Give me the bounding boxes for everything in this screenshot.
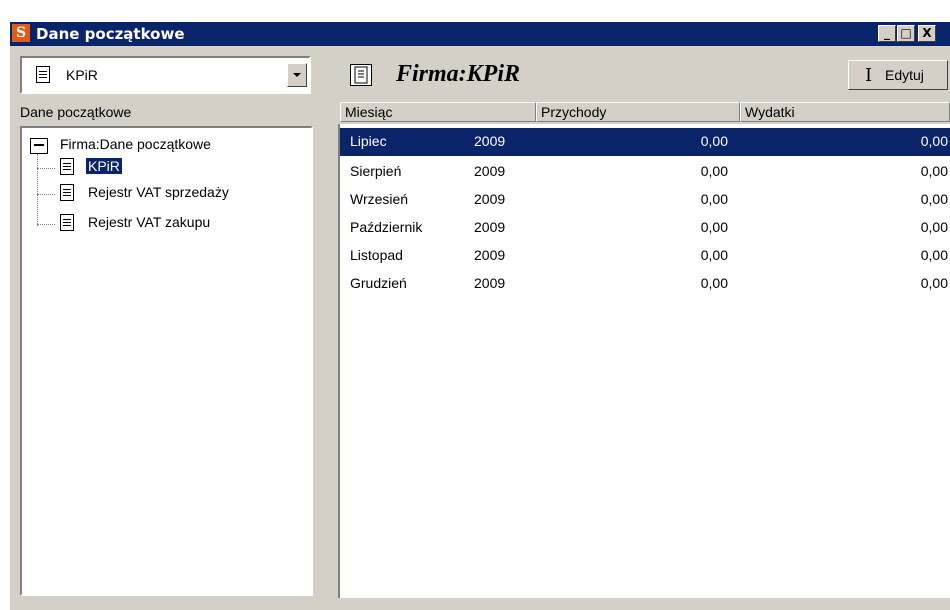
table-row[interactable]: Listopad 2009 0,00 0,00 [340,242,950,270]
months-grid[interactable]: Lipiec 2009 0,00 0,00 Sierpień 2009 0,00… [338,124,950,598]
tree-connector [37,224,55,225]
cell-year: 2009 [474,247,506,263]
cell-year: 2009 [474,163,506,179]
cell-income: 0,00 [700,219,728,235]
panel-title: Firma:KPiR [396,61,521,87]
cell-month: Sierpień [350,163,402,179]
combobox-value: KPiR [66,67,98,83]
cell-expenses: 0,00 [920,191,948,207]
table-row[interactable]: Wrzesień 2009 0,00 0,00 [340,186,950,214]
cell-year: 2009 [474,133,506,149]
cell-expenses: 0,00 [920,133,948,149]
cell-income: 0,00 [700,247,728,263]
cell-expenses: 0,00 [920,163,948,179]
cell-income: 0,00 [700,133,728,149]
document-icon [60,158,74,175]
title-bar[interactable]: S Dane początkowe _ □ X [10,22,950,46]
cell-month: Wrzesień [350,191,409,207]
cell-month: Listopad [350,247,403,263]
edit-button[interactable]: I Edytuj [848,60,948,90]
text-cursor-icon: I [865,65,873,86]
document-icon [350,64,372,86]
tree-connector [37,154,39,226]
close-button[interactable]: X [918,25,936,42]
tree-item-label: KPiR [85,157,123,175]
document-icon [60,184,74,201]
cell-year: 2009 [474,219,506,235]
document-icon [60,214,74,231]
table-row[interactable]: Grudzień 2009 0,00 0,00 [340,270,950,298]
cell-month: Lipiec [350,133,387,149]
cell-year: 2009 [474,191,506,207]
tree-connector [37,194,55,195]
tree-item-kpir[interactable]: KPiR [85,157,123,175]
panel-splitter[interactable] [318,46,328,606]
cell-expenses: 0,00 [920,247,948,263]
edit-button-label: Edytuj [885,67,924,83]
tree-connector [37,168,55,169]
folder-icon [30,138,48,154]
column-header-income[interactable]: Przychody [536,102,740,122]
cell-year: 2009 [474,275,506,291]
document-icon [36,66,50,83]
tree-root[interactable]: Firma:Dane początkowe [60,136,211,153]
register-combobox[interactable]: KPiR [20,56,311,94]
maximize-button[interactable]: □ [897,25,915,42]
cell-month: Grudzień [350,275,407,291]
table-row[interactable]: Październik 2009 0,00 0,00 [340,214,950,242]
cell-income: 0,00 [700,275,728,291]
app-icon[interactable]: S [12,24,30,42]
tree-item-vat-sales[interactable]: Rejestr VAT sprzedaży [88,184,229,201]
minimize-button[interactable]: _ [878,25,896,42]
table-row[interactable]: Lipiec 2009 0,00 0,00 [340,128,950,156]
cell-expenses: 0,00 [920,219,948,235]
column-header-expenses[interactable]: Wydatki [740,102,950,122]
cell-income: 0,00 [700,163,728,179]
cell-income: 0,00 [700,191,728,207]
table-row[interactable]: Sierpień 2009 0,00 0,00 [340,158,950,186]
cell-expenses: 0,00 [920,275,948,291]
column-header-month[interactable]: Miesiąc [340,102,536,122]
window-title: Dane początkowe [36,25,185,43]
tree-view[interactable]: Firma:Dane początkowe KPiR Rejestr VAT s… [20,126,313,596]
dropdown-arrow-icon[interactable] [287,63,307,87]
tree-label: Dane początkowe [20,104,132,120]
tree-item-vat-purchase[interactable]: Rejestr VAT zakupu [88,214,210,231]
cell-month: Październik [350,219,423,235]
